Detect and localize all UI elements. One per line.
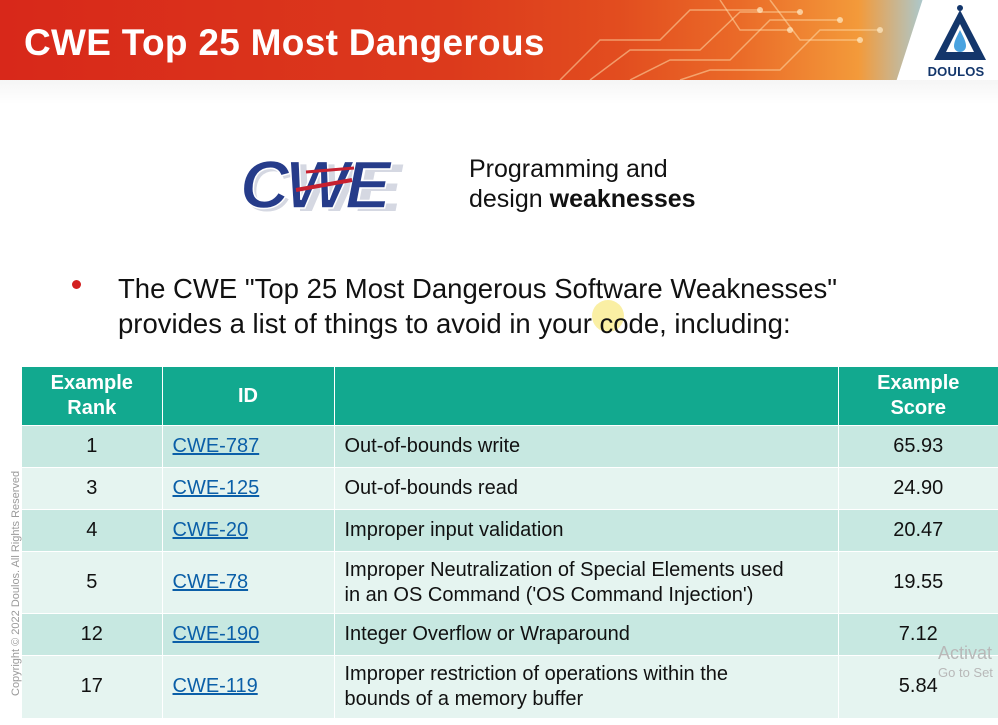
- cwe-link[interactable]: CWE-20: [173, 519, 249, 541]
- windows-activation-watermark: Activat Go to Set: [938, 642, 998, 682]
- slide-header: CWE Top 25 Most Dangerous: [0, 0, 998, 80]
- cwe-subtitle-prefix: design: [469, 185, 550, 213]
- table-header-row: Example Rank ID Example Score: [22, 367, 998, 426]
- rank-cell: 3: [22, 467, 163, 510]
- doulos-logo-icon: [934, 5, 986, 60]
- id-cell: CWE-190: [162, 613, 335, 656]
- id-cell: CWE-125: [162, 467, 335, 510]
- cwe-subtitle-line2: design weaknesses: [469, 184, 696, 214]
- table-row: 4 CWE-20 Improper input validation 20.47: [22, 509, 998, 552]
- bullet-text: The CWE "Top 25 Most Dangerous Software …: [118, 271, 938, 341]
- description-cell: Out-of-bounds write: [334, 425, 839, 468]
- cwe-link[interactable]: CWE-125: [173, 477, 260, 499]
- circuit-pattern-decoration: [559, 0, 883, 80]
- id-cell: CWE-119: [162, 655, 335, 718]
- id-cell: CWE-787: [162, 425, 335, 468]
- id-cell: CWE-78: [162, 551, 335, 614]
- header-description: [334, 367, 839, 426]
- id-cell: CWE-20: [162, 509, 335, 552]
- description-cell: Improper restriction of operations withi…: [334, 655, 839, 718]
- cwe-logo-graphic: CWE CWE: [239, 146, 404, 226]
- score-cell: 65.93: [838, 425, 998, 468]
- rank-cell: 17: [22, 655, 163, 718]
- cwe-subtitle-bold: weaknesses: [549, 185, 696, 213]
- bullet-line2: provides a list of things to avoid in yo…: [118, 308, 791, 339]
- header-score: Example Score: [838, 367, 998, 426]
- header-id: ID: [162, 367, 335, 426]
- cwe-subtitle-line1: Programming and: [469, 155, 668, 183]
- cwe-link[interactable]: CWE-78: [173, 571, 249, 593]
- table-row: 1 CWE-787 Out-of-bounds write 65.93: [22, 425, 998, 468]
- rank-cell: 5: [22, 551, 163, 614]
- rank-cell: 4: [22, 509, 163, 552]
- table-row: 17 CWE-119 Improper restriction of opera…: [22, 655, 998, 718]
- bullet-line1: The CWE "Top 25 Most Dangerous Software …: [118, 273, 838, 304]
- rank-cell: 1: [22, 425, 163, 468]
- watermark-line1: Activat: [938, 643, 993, 663]
- slide-title: CWE Top 25 Most Dangerous: [24, 22, 545, 63]
- description-cell: Out-of-bounds read: [334, 467, 839, 510]
- cwe-link[interactable]: CWE-190: [173, 623, 260, 645]
- doulos-logo-text: DOULOS: [927, 64, 985, 79]
- description-cell: Integer Overflow or Wraparound: [334, 613, 839, 656]
- description-cell: Improper input validation: [334, 509, 839, 552]
- score-cell: 19.55: [838, 551, 998, 614]
- description-cell: Improper Neutralization of Special Eleme…: [334, 551, 839, 614]
- cwe-logo: CWE CWE: [236, 146, 406, 226]
- table-row: 5 CWE-78 Improper Neutralization of Spec…: [22, 551, 998, 614]
- watermark-line2: Go to Set: [938, 665, 993, 680]
- rank-cell: 12: [22, 613, 163, 656]
- cwe-link[interactable]: CWE-787: [173, 435, 260, 457]
- table-row: 12 CWE-190 Integer Overflow or Wraparoun…: [22, 613, 998, 656]
- bullet-dot: [72, 280, 81, 289]
- copyright-notice: Copyright © 2022 Doulos. All Rights Rese…: [10, 470, 22, 696]
- cwe-link[interactable]: CWE-119: [173, 675, 258, 697]
- cwe-table: Example Rank ID Example Score 1 CWE-787 Ou…: [22, 367, 998, 718]
- score-cell: 20.47: [838, 509, 998, 552]
- table-row: 3 CWE-125 Out-of-bounds read 24.90: [22, 467, 998, 510]
- header-rank: Example Rank: [22, 367, 163, 426]
- score-cell: 24.90: [838, 467, 998, 510]
- cwe-subtitle: Programming and design weaknesses: [469, 154, 696, 214]
- header-shadow: [0, 80, 998, 104]
